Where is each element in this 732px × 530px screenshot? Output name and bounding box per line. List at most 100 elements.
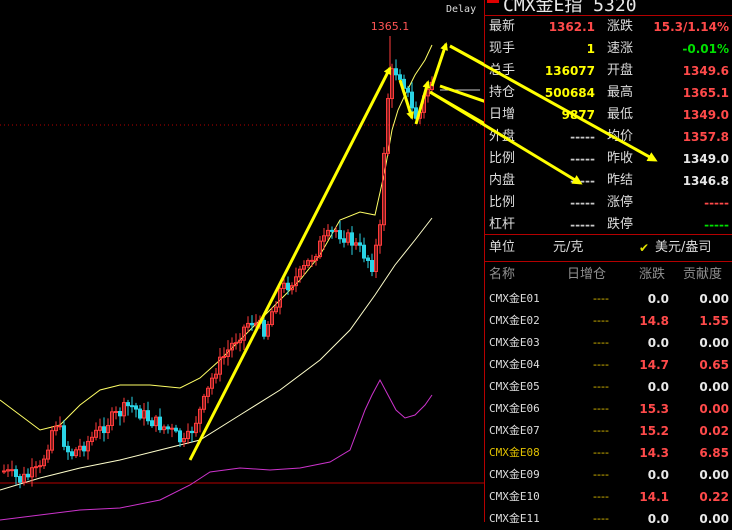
candle-body	[102, 426, 106, 434]
delay-label: Delay	[446, 4, 477, 15]
row-contribution: 0.00	[699, 380, 729, 394]
table-row[interactable]: CMX金E01 ---- 0.0 0.00	[485, 288, 732, 310]
quote-label: 比例	[489, 151, 516, 166]
candle-body	[130, 405, 134, 408]
quote-row-right: 昨收 1349.0	[603, 148, 729, 170]
candle-body	[14, 469, 18, 478]
row-name: CMX金E02	[489, 314, 540, 327]
candle-body	[10, 469, 14, 472]
quote-label: 涨停	[607, 195, 634, 210]
quote-label: 比例	[489, 195, 516, 210]
quote-panel: CMX金E指 5320 最新 1362.1 现手 1 总手 136077 持仓 500684 日…	[484, 0, 732, 526]
currency-checkbox[interactable]: ✔	[639, 236, 649, 260]
col-header-chg[interactable]: 涨跌	[639, 264, 665, 286]
quote-label: 开盘	[607, 63, 634, 78]
quote-value: 1	[586, 42, 595, 56]
table-row[interactable]: CMX金E10 ---- 14.1 0.22	[485, 486, 732, 508]
row-inc: ----	[593, 358, 609, 371]
row-inc: ----	[593, 336, 609, 349]
quote-label: 跌停	[607, 217, 634, 232]
quote-row-left: 最新 1362.1	[485, 16, 595, 38]
peak-price-label: 1365.1	[371, 20, 410, 33]
candle-body	[150, 420, 154, 427]
quote-label: 昨收	[607, 151, 634, 166]
row-name: CMX金E11	[489, 512, 540, 525]
candle-body	[262, 319, 266, 337]
row-inc: ----	[593, 468, 609, 481]
row-inc: ----	[593, 490, 609, 503]
candle-body	[250, 322, 254, 326]
row-name: CMX金E10	[489, 490, 540, 503]
row-contribution: 0.00	[699, 468, 729, 482]
quote-value: -----	[570, 218, 595, 232]
quote-value: 1357.8	[682, 130, 729, 144]
candle-body	[334, 230, 338, 233]
quote-value: 1349.6	[682, 64, 729, 78]
table-row[interactable]: CMX金E05 ---- 0.0 0.00	[485, 376, 732, 398]
row-name: CMX金E01	[489, 292, 540, 305]
kline-chart[interactable]: 1365.1 Delay	[0, 0, 484, 522]
table-row[interactable]: CMX金E04 ---- 14.7 0.65	[485, 354, 732, 376]
row-inc: ----	[593, 402, 609, 415]
candle-body	[26, 473, 30, 478]
row-contribution: 0.22	[699, 490, 729, 504]
candle-body	[146, 410, 150, 422]
row-change: 15.3	[639, 402, 669, 416]
quote-value: 1362.1	[548, 20, 595, 34]
candle-body	[190, 430, 194, 434]
candle-body	[114, 411, 118, 414]
quote-label: 现手	[489, 41, 516, 56]
quote-label: 外盘	[489, 129, 516, 144]
quote-row-right: 最高 1365.1	[603, 82, 729, 104]
table-row[interactable]: CMX金E06 ---- 15.3 0.00	[485, 398, 732, 420]
col-header-contrib[interactable]: 贡献度	[683, 264, 722, 286]
quote-value: 15.3/1.14%	[653, 20, 729, 34]
quote-label: 持仓	[489, 85, 516, 100]
row-change: 0.0	[647, 512, 669, 526]
quote-value: 1349.0	[682, 108, 729, 122]
candle-body	[126, 402, 130, 407]
row-contribution: 0.65	[699, 358, 729, 372]
quote-row-left: 持仓 500684	[485, 82, 595, 104]
title-marker	[487, 0, 499, 3]
quote-label: 涨跌	[607, 19, 634, 34]
currency-option-label[interactable]: 美元/盎司	[655, 236, 711, 260]
unit-value[interactable]: 元/克	[553, 236, 583, 260]
unit-row: 单位 元/克 ✔ 美元/盎司	[485, 236, 732, 260]
kline-chart-canvas[interactable]: 1365.1	[0, 0, 484, 522]
table-row[interactable]: CMX金E11 ---- 0.0 0.00	[485, 508, 732, 530]
row-inc: ----	[593, 292, 609, 305]
row-name: CMX金E08	[489, 446, 540, 459]
table-row[interactable]: CMX金E03 ---- 0.0 0.00	[485, 332, 732, 354]
quote-value: -0.01%	[682, 42, 729, 56]
row-name: CMX金E06	[489, 402, 540, 415]
quote-row-left: 外盘 -----	[485, 126, 595, 148]
row-change: 0.0	[647, 292, 669, 306]
row-change: 15.2	[639, 424, 669, 438]
quote-row-right: 速涨 -0.01%	[603, 38, 729, 60]
candle-body	[166, 426, 170, 430]
table-row[interactable]: CMX金E08 ---- 14.3 6.85	[485, 442, 732, 464]
row-contribution: 0.00	[699, 292, 729, 306]
candle-body	[118, 411, 122, 417]
table-row[interactable]: CMX金E02 ---- 14.8 1.55	[485, 310, 732, 332]
row-inc: ----	[593, 424, 609, 437]
candle-body	[170, 427, 174, 430]
col-header-inc[interactable]: 日增仓	[567, 264, 606, 286]
unit-label: 单位	[489, 240, 516, 255]
unit-divider	[485, 261, 732, 262]
candle-body	[398, 74, 402, 80]
candle-body	[222, 355, 226, 358]
quote-row-right: 昨结 1346.8	[603, 170, 729, 192]
table-row[interactable]: CMX金E07 ---- 15.2 0.02	[485, 420, 732, 442]
col-header-name[interactable]: 名称	[489, 264, 515, 286]
row-contribution: 0.00	[699, 512, 729, 526]
quote-value: -----	[570, 174, 595, 188]
row-contribution: 0.00	[699, 402, 729, 416]
quote-label: 最低	[607, 107, 634, 122]
candle-body	[362, 244, 366, 259]
row-name: CMX金E03	[489, 336, 540, 349]
quote-label: 杠杆	[489, 217, 516, 232]
candle-body	[350, 232, 354, 246]
table-row[interactable]: CMX金E09 ---- 0.0 0.00	[485, 464, 732, 486]
